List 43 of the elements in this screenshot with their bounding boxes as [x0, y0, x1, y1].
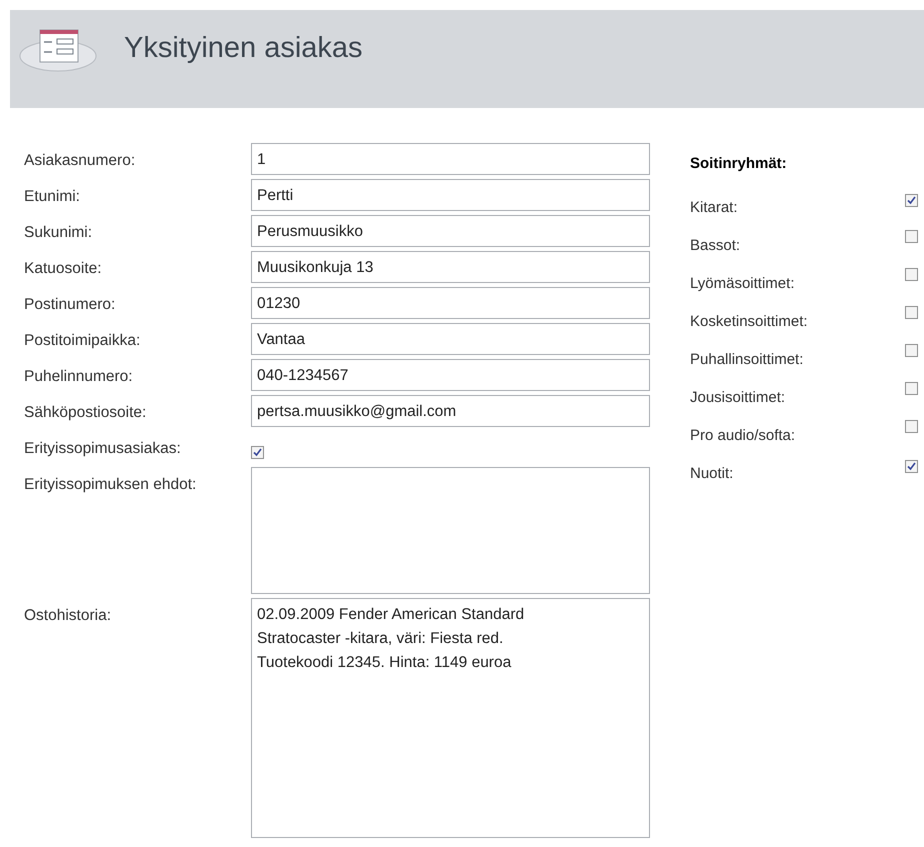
text-field[interactable]: 1: [251, 143, 650, 175]
checkbox[interactable]: [251, 446, 264, 459]
checkbox[interactable]: [905, 230, 918, 243]
field-label: Sukunimi:: [24, 223, 94, 243]
memo-field[interactable]: 02.09.2009 Fender American Standard Stratocaster -kitara, väri: Fiesta red. Tuotekoodi 12345. Hinta: 1149 euroa: [251, 598, 650, 838]
field-label: Sähköpostiosoite:: [24, 403, 148, 423]
text-field[interactable]: 040-1234567: [251, 359, 650, 391]
text-field[interactable]: Vantaa: [251, 323, 650, 355]
checkmark-icon: [907, 196, 916, 205]
group-label: Jousisoittimet:: [690, 388, 786, 408]
field-label: Katuosoite:: [24, 259, 103, 279]
field-label: Asiakasnumero:: [24, 151, 136, 171]
checkbox[interactable]: [905, 420, 918, 433]
checkbox[interactable]: [905, 460, 918, 473]
text-field[interactable]: Perusmuusikko: [251, 215, 650, 247]
group-label: Pro audio/softa:: [690, 426, 796, 446]
group-label: Lyömäsoittimet:: [690, 274, 796, 294]
checkbox[interactable]: [905, 268, 918, 281]
text-field[interactable]: Pertti: [251, 179, 650, 211]
memo-field[interactable]: [251, 467, 650, 594]
checkbox[interactable]: [905, 382, 918, 395]
group-label: Nuotit:: [690, 464, 734, 484]
field-label: Puhelinnumero:: [24, 367, 134, 387]
group-label: Kosketinsoittimet:: [690, 312, 809, 332]
checkbox[interactable]: [905, 194, 918, 207]
field-label: Erityissopimuksen ehdot:: [24, 475, 198, 495]
field-label: Etunimi:: [24, 187, 81, 207]
group-label: Bassot:: [690, 236, 742, 256]
field-label: Ostohistoria:: [24, 606, 112, 626]
checkbox[interactable]: [905, 344, 918, 357]
form-title: Yksityinen asiakas: [124, 31, 363, 66]
group-label: Kitarat:: [690, 198, 739, 218]
field-label: Erityissopimusasiakas:: [24, 439, 182, 459]
group-heading: Soitinryhmät:: [690, 154, 788, 174]
text-field[interactable]: Muusikonkuja 13: [251, 251, 650, 283]
text-field[interactable]: pertsa.muusikko@gmail.com: [251, 395, 650, 427]
checkmark-icon: [253, 448, 262, 457]
field-label: Postinumero:: [24, 295, 116, 315]
field-label: Postitoimipaikka:: [24, 331, 142, 351]
text-field[interactable]: 01230: [251, 287, 650, 319]
checkbox[interactable]: [905, 306, 918, 319]
checkmark-icon: [907, 462, 916, 471]
group-label: Puhallinsoittimet:: [690, 350, 804, 370]
